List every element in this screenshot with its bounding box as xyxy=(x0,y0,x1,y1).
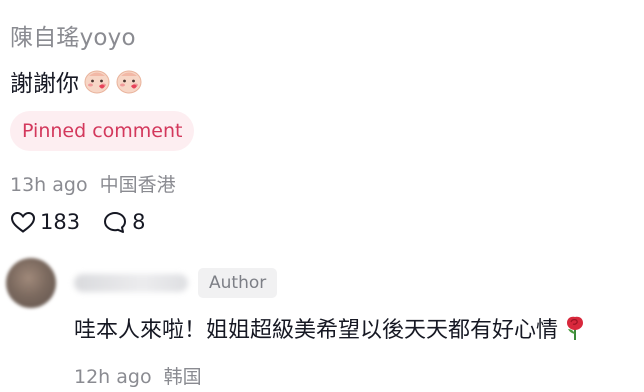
blush-face-emoji xyxy=(84,70,110,94)
reply-avatar[interactable] xyxy=(6,258,56,308)
reply-username-blurred[interactable] xyxy=(74,274,188,292)
pinned-comment-badge: Pinned comment xyxy=(10,111,195,151)
comment-body: 謝謝你 xyxy=(10,64,143,98)
reply-meta: 12h ago 韩国 xyxy=(74,362,202,389)
comment-timestamp: 13h ago xyxy=(10,174,88,196)
blush-face-emoji xyxy=(116,70,142,94)
heart-icon xyxy=(10,211,36,233)
reply-timestamp: 12h ago xyxy=(74,366,152,388)
like-count: 183 xyxy=(40,210,81,234)
reply-text: 哇本人來啦！姐姐超級美希望以後天天都有好心情 xyxy=(74,318,559,343)
comment-thread: 陳自瑤yoyo 謝謝你 Pinned comment 13h ago 中国香港 xyxy=(0,0,644,392)
comment-meta: 13h ago 中国香港 xyxy=(10,170,176,197)
like-button[interactable]: 183 xyxy=(10,210,80,234)
comment-region: 中国香港 xyxy=(99,174,176,196)
rose-emoji xyxy=(567,316,584,340)
comment-bubble-icon xyxy=(104,212,127,233)
reply-count: 8 xyxy=(132,210,146,234)
author-badge: Author xyxy=(198,268,278,298)
comment-text: 謝謝你 xyxy=(10,71,79,97)
comment-actions: 183 8 xyxy=(10,210,145,234)
reply-body: 哇本人來啦！姐姐超級美希望以後天天都有好心情 xyxy=(74,312,588,344)
reply-button[interactable]: 8 xyxy=(102,210,145,234)
reply-region: 韩国 xyxy=(163,366,202,388)
comment-username[interactable]: 陳自瑤yoyo xyxy=(10,18,136,52)
